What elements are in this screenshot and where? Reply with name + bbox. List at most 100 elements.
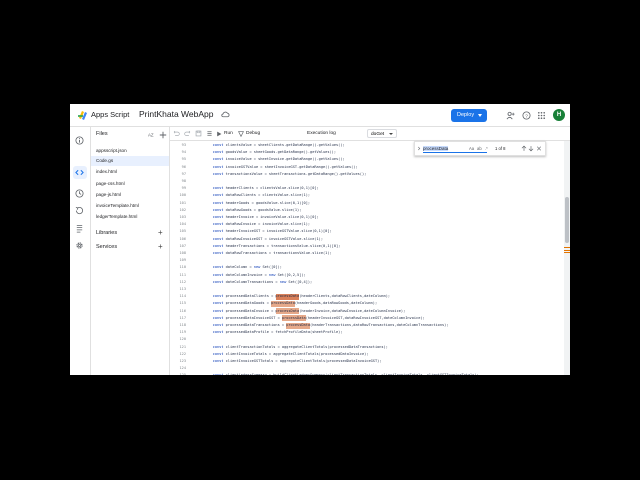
function-select[interactable]: doGet [367, 129, 397, 138]
share-person-icon[interactable] [506, 111, 515, 120]
debug-button[interactable]: Debug [246, 130, 260, 137]
code-line[interactable]: const headerClients = clientsValue.slice… [204, 186, 319, 191]
code-line[interactable]: const headerGoods = goodsValue.slice(0,1… [204, 201, 310, 206]
code-line[interactable]: const invoiceGSTValue = sheetInvoiceGST.… [204, 165, 358, 170]
line-number: 112 [179, 279, 187, 284]
add-service-icon[interactable]: + [158, 243, 163, 251]
line-number: 109 [179, 258, 187, 263]
line-number: 117 [179, 315, 187, 320]
code-line[interactable]: const transactionsValue = sheetTransacti… [204, 172, 367, 177]
code-line[interactable]: const invoiceValue = sheetInvoice.getDat… [204, 157, 345, 162]
code-line[interactable]: const headerTransactions = transactionsV… [204, 244, 341, 249]
trigger-icon[interactable] [75, 206, 84, 215]
code-line[interactable]: const dataRowInvoiceGST = invoiceGSTValu… [204, 237, 323, 242]
code-line[interactable]: const dataRowInvoice = invoiceValue.slic… [204, 222, 310, 227]
code-line[interactable]: const dataRowTransactions = transactions… [204, 251, 332, 256]
next-match-icon[interactable] [528, 145, 534, 152]
line-number: 125 [170, 373, 187, 375]
line-number: 96 [181, 164, 186, 169]
line-number: 123 [179, 359, 187, 363]
close-find-icon[interactable] [536, 145, 542, 152]
executions-icon[interactable] [75, 224, 84, 233]
file-item[interactable]: page-js.html [91, 190, 169, 200]
svg-text:?: ? [525, 113, 528, 119]
project-name[interactable]: PrintKhata WebApp [139, 109, 214, 119]
line-number: 121 [179, 344, 187, 349]
code-line[interactable]: const clientInvoiceGSTTotals = aggregate… [204, 359, 382, 364]
deploy-button[interactable]: Deploy [451, 109, 487, 122]
code-line[interactable]: const clientsValue = sheetClients.getDat… [204, 143, 345, 148]
libraries-label: Libraries [96, 230, 118, 236]
code-line[interactable]: const headerInvoice = invoiceValue.slice… [204, 215, 319, 220]
settings-gear-icon[interactable] [75, 241, 84, 250]
file-item[interactable]: appsscript.json [91, 146, 169, 156]
files-panel: Files AZ appsscript.json Code.gs index.h… [91, 127, 170, 375]
code-line[interactable]: const clientLedgerSummary = buildClientL… [204, 373, 479, 375]
file-item[interactable]: ledgerTemplate.html [91, 212, 169, 222]
file-item[interactable]: page-css.html [91, 179, 169, 189]
file-name: page-css.html [96, 181, 125, 186]
code-line[interactable]: const dataRowClients = clientsValue.slic… [204, 193, 310, 198]
code-line[interactable]: const processedDataProfile = fetchProfil… [204, 330, 343, 335]
sort-az-icon[interactable]: AZ [148, 131, 156, 139]
undo-icon[interactable] [173, 130, 180, 137]
code-line[interactable] [204, 287, 213, 292]
chevron-down-icon [389, 133, 393, 135]
list-icon[interactable] [206, 130, 213, 137]
line-number: 95 [181, 157, 186, 162]
line-number: 93 [181, 143, 186, 147]
code-line[interactable]: const processedDataGoods = processData(h… [204, 301, 377, 306]
code-line[interactable]: const processedDataTransactions = proces… [204, 323, 449, 328]
code-line[interactable]: const dateColumn = new Set([0]); [204, 265, 282, 270]
file-name: appsscript.json [96, 148, 127, 153]
file-item-active[interactable]: Code.gs [91, 156, 169, 166]
execution-log-button[interactable]: Execution log [307, 130, 336, 137]
code-line[interactable] [204, 337, 213, 342]
line-number: 110 [179, 265, 187, 270]
scrollbar-thumb[interactable] [565, 197, 569, 243]
find-query: processData [423, 146, 449, 151]
info-icon[interactable] [75, 136, 84, 145]
editor-toolbar: Run Debug doGet Execution log [170, 127, 570, 141]
code-line[interactable]: const dateColumnInvoice = new Set([0,2,5… [204, 273, 306, 278]
code-line[interactable] [204, 258, 213, 263]
redo-icon[interactable] [184, 130, 191, 137]
previous-match-icon[interactable] [521, 145, 527, 152]
code-line[interactable]: const processedDataClients = processData… [204, 294, 390, 299]
code-line[interactable] [204, 179, 213, 184]
code-line[interactable]: const processedDataInvoiceGST = processD… [204, 316, 425, 321]
file-item[interactable]: index.html [91, 167, 169, 177]
line-number: 99 [181, 186, 186, 191]
match-word-toggle[interactable]: ab [477, 145, 482, 152]
code-line[interactable]: const goodsValue = sheetGoods.getDataRan… [204, 150, 336, 155]
line-number: 113 [179, 287, 187, 291]
code-line[interactable]: const dateColumnTransactions = new Set([… [204, 280, 313, 285]
avatar[interactable]: H [553, 109, 565, 121]
match-case-toggle[interactable]: Aa [469, 145, 474, 152]
code-line[interactable]: const headerInvoiceGST = invoiceGSTValue… [204, 229, 332, 234]
code-line[interactable]: const dataRowGoods = goodsValue.slice(1)… [204, 208, 302, 213]
chevron-right-icon[interactable] [417, 146, 421, 151]
top-bar: Apps Script PrintKhata WebApp Deploy ? H [70, 104, 570, 127]
code-icon[interactable] [75, 168, 84, 177]
services-label: Services [96, 244, 118, 250]
file-name: ledgerTemplate.html [96, 214, 138, 219]
code-line[interactable] [204, 366, 213, 371]
regex-toggle[interactable]: .* [485, 145, 488, 152]
help-icon[interactable]: ? [522, 111, 531, 120]
editor-scrollbar[interactable] [564, 141, 570, 375]
left-nav-rail [70, 127, 91, 375]
code-editor[interactable]: 93 94 95 96 97 98 99 100 101 102 103 104 105 106 107 10… [170, 141, 570, 375]
line-number: 103 [179, 215, 187, 219]
clock-icon[interactable] [75, 189, 84, 198]
run-button[interactable]: Run [224, 130, 233, 137]
add-library-icon[interactable]: + [158, 229, 163, 237]
add-file-icon[interactable] [159, 131, 167, 139]
code-line[interactable]: const clientInvoiceTotals = aggregateCli… [204, 352, 369, 357]
code-line[interactable]: const clientTransactionTotals = aggregat… [204, 345, 388, 350]
debug-icon [238, 131, 244, 137]
file-item[interactable]: invoiceTemplate.html [91, 201, 169, 211]
code-line[interactable]: const processedDataInvoice = processData… [204, 309, 406, 314]
apps-grid-icon[interactable] [537, 111, 546, 120]
save-icon[interactable] [195, 130, 202, 137]
